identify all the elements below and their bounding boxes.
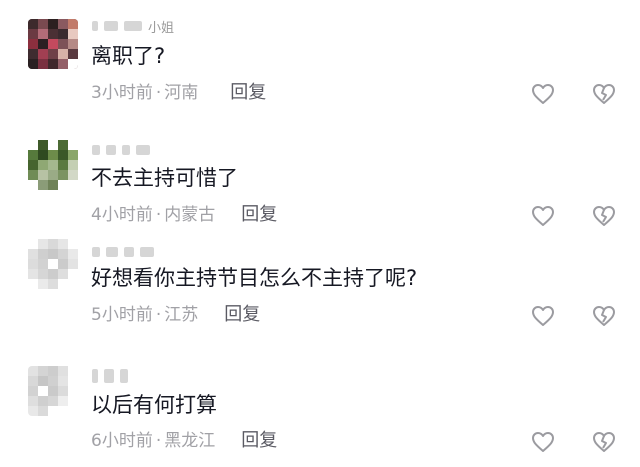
reply-button[interactable]: 回复 bbox=[230, 82, 266, 104]
reply-button[interactable]: 回复 bbox=[241, 204, 277, 226]
reply-button[interactable]: 回复 bbox=[241, 430, 277, 452]
username-blur bbox=[92, 21, 98, 31]
avatar[interactable] bbox=[28, 366, 78, 416]
broken-heart-icon[interactable] bbox=[592, 305, 616, 327]
username-tail: 小姐 bbox=[148, 20, 175, 36]
username[interactable]: 小姐 bbox=[92, 18, 175, 36]
username[interactable] bbox=[92, 368, 128, 384]
comment-time: 5小时前 bbox=[91, 305, 153, 325]
comment-location: 河南 bbox=[164, 83, 199, 103]
username[interactable] bbox=[92, 142, 150, 158]
comment-meta: 6小时前 · 黑龙江 回复 bbox=[91, 430, 277, 452]
username-blur bbox=[92, 247, 100, 257]
username-blur bbox=[92, 369, 98, 383]
username-blur bbox=[124, 247, 134, 257]
broken-heart-icon[interactable] bbox=[592, 205, 616, 227]
meta-separator: · bbox=[155, 431, 162, 451]
comment-text: 好想看你主持节目怎么不主持了呢? bbox=[91, 266, 418, 290]
comment-location: 江苏 bbox=[164, 305, 199, 325]
broken-heart-icon[interactable] bbox=[592, 431, 616, 453]
username-blur bbox=[120, 369, 128, 383]
comment-text: 以后有何打算 bbox=[91, 393, 217, 417]
username-blur bbox=[106, 247, 118, 257]
broken-heart-icon[interactable] bbox=[592, 83, 616, 105]
meta-separator: · bbox=[155, 205, 162, 225]
reply-button[interactable]: 回复 bbox=[224, 304, 260, 326]
username[interactable] bbox=[92, 244, 154, 260]
avatar[interactable] bbox=[28, 19, 78, 69]
comment-time: 6小时前 bbox=[91, 431, 153, 451]
heart-outline-icon[interactable] bbox=[531, 305, 555, 327]
heart-outline-icon[interactable] bbox=[531, 205, 555, 227]
meta-separator: · bbox=[155, 83, 162, 103]
username-blur bbox=[104, 369, 114, 383]
username-blur bbox=[104, 21, 118, 31]
heart-outline-icon[interactable] bbox=[531, 431, 555, 453]
comment-time: 3小时前 bbox=[91, 83, 153, 103]
comment-time: 4小时前 bbox=[91, 205, 153, 225]
username-blur bbox=[122, 145, 130, 155]
username-blur bbox=[92, 145, 100, 155]
heart-outline-icon[interactable] bbox=[531, 83, 555, 105]
comment-text: 不去主持可惜了 bbox=[91, 166, 238, 190]
comment-text: 离职了? bbox=[91, 44, 166, 68]
username-blur bbox=[140, 247, 154, 257]
username-blur bbox=[136, 145, 150, 155]
comment-location: 内蒙古 bbox=[164, 205, 216, 225]
username-blur bbox=[124, 21, 142, 31]
comment-meta: 3小时前 · 河南 回复 bbox=[91, 82, 266, 104]
comment-meta: 5小时前 · 江苏 回复 bbox=[91, 304, 260, 326]
avatar[interactable] bbox=[28, 239, 78, 289]
meta-separator: · bbox=[155, 305, 162, 325]
avatar[interactable] bbox=[28, 140, 78, 190]
username-blur bbox=[106, 145, 116, 155]
comment-meta: 4小时前 · 内蒙古 回复 bbox=[91, 204, 277, 226]
comment-location: 黑龙江 bbox=[164, 431, 216, 451]
